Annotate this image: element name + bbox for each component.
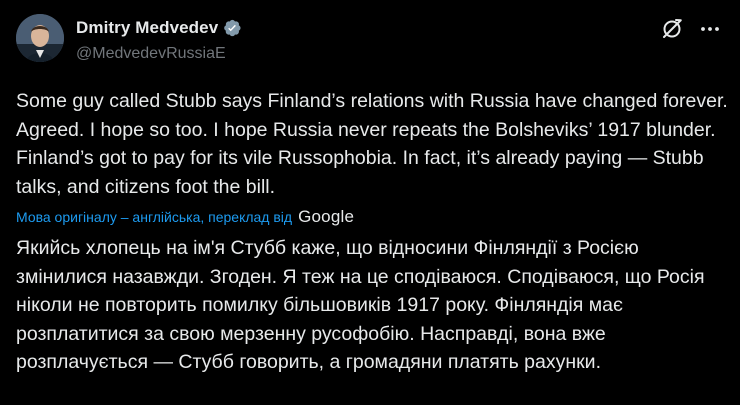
- google-logo: Google: [298, 207, 355, 226]
- translation-attribution: Мова оригіналу – англійська, переклад ві…: [16, 204, 354, 230]
- translation-source-link[interactable]: Мова оригіналу – англійська, переклад ві…: [16, 209, 292, 225]
- tweet-text: Some guy called Stubb says Finland’s rel…: [16, 90, 728, 198]
- verified-badge-icon[interactable]: [222, 18, 242, 38]
- tweet: Dmitry Medvedev @MedvedevRussiaE Some gu…: [0, 0, 740, 405]
- avatar[interactable]: [16, 14, 64, 62]
- tweet-header: Dmitry Medvedev @MedvedevRussiaE: [76, 17, 242, 63]
- user-handle[interactable]: @MedvedevRussiaE: [76, 45, 242, 63]
- translated-tweet-text: Якийсь хлопець на ім'я Стубб каже, що ві…: [16, 237, 705, 374]
- name-row: Dmitry Medvedev: [76, 17, 242, 39]
- display-name[interactable]: Dmitry Medvedev: [76, 18, 218, 38]
- more-options-icon[interactable]: [698, 18, 722, 40]
- grok-icon[interactable]: [661, 18, 683, 40]
